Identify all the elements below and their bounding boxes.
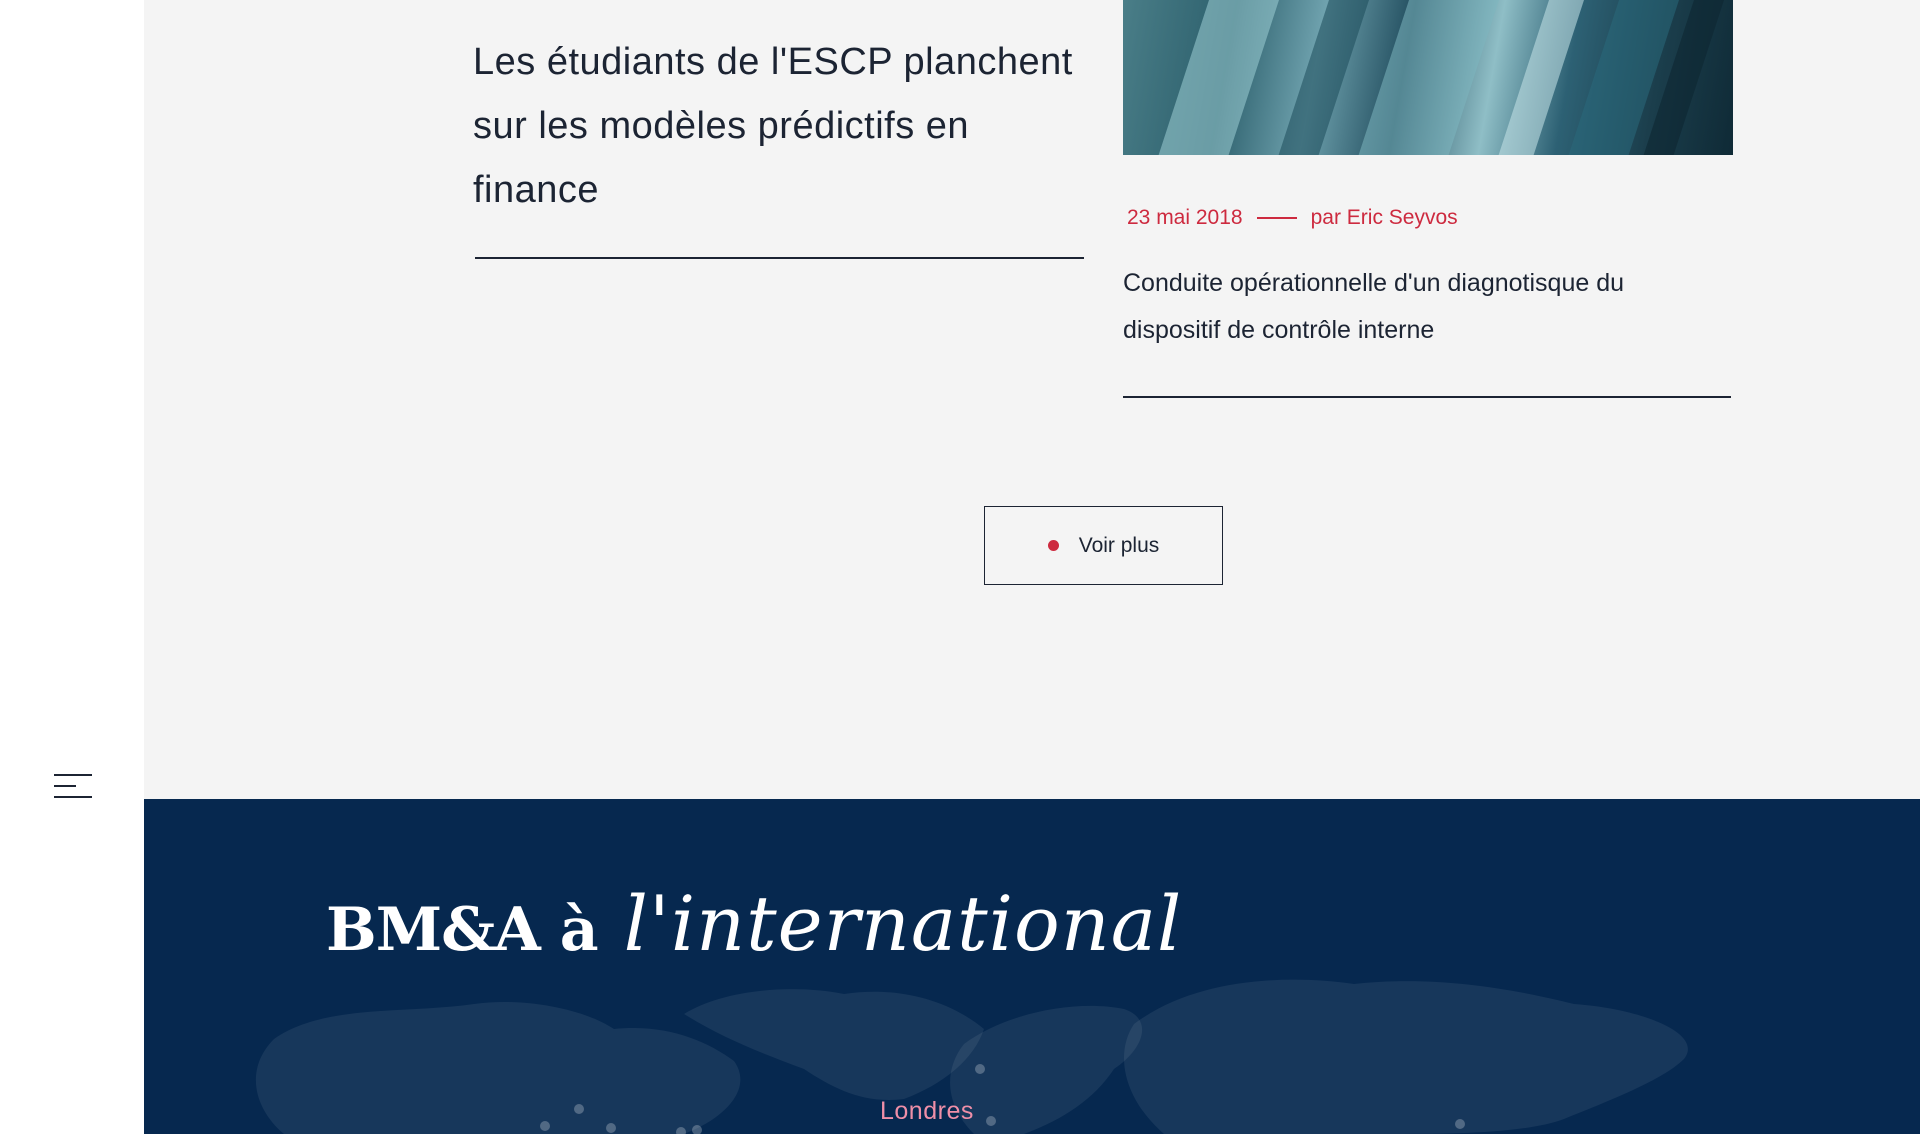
international-heading-strong: BM&A à bbox=[326, 895, 599, 965]
bullet-dot-icon bbox=[1047, 540, 1059, 551]
news-card-title[interactable]: Les étudiants de l'ESCP planchent sur le… bbox=[473, 30, 1085, 222]
load-more-button[interactable]: Voir plus bbox=[984, 506, 1223, 585]
news-card-meta: 23 mai 2018 par Eric Seyvos bbox=[1123, 206, 1733, 230]
aerial-river-delta-image[interactable] bbox=[1123, 0, 1733, 155]
news-card-right[interactable]: 23 mai 2018 par Eric Seyvos Conduite opé… bbox=[1123, 0, 1733, 398]
news-section: Les étudiants de l'ESCP planchent sur le… bbox=[144, 0, 1920, 799]
news-card-excerpt[interactable]: Conduite opérationnelle d'un diagnotisqu… bbox=[1123, 260, 1713, 354]
news-card-author[interactable]: par Eric Seyvos bbox=[1311, 206, 1458, 230]
news-card-left[interactable]: Les étudiants de l'ESCP planchent sur le… bbox=[473, 30, 1085, 259]
international-heading: BM&A à l'international bbox=[326, 879, 1182, 968]
meta-separator bbox=[1256, 217, 1297, 219]
city-label-londres[interactable]: Londres bbox=[880, 1097, 974, 1126]
international-heading-script: l'international bbox=[623, 879, 1183, 968]
news-card-divider bbox=[1123, 396, 1731, 398]
news-card-divider bbox=[475, 257, 1084, 259]
international-section: BM&A à l'international Londres bbox=[144, 799, 1920, 1134]
sidebar bbox=[0, 0, 144, 1134]
hamburger-menu-icon[interactable] bbox=[52, 770, 94, 804]
load-more-label: Voir plus bbox=[1078, 533, 1160, 557]
news-card-date: 23 mai 2018 bbox=[1127, 206, 1243, 229]
